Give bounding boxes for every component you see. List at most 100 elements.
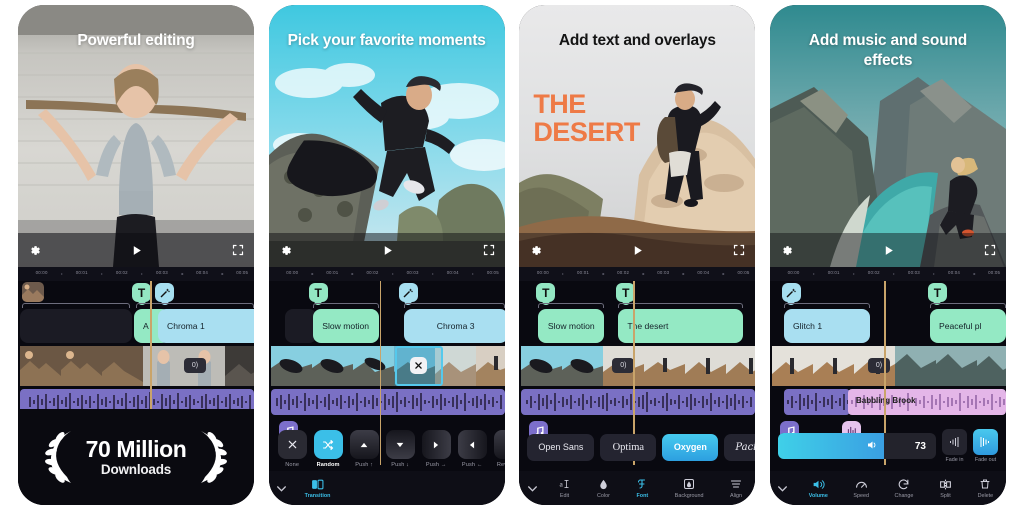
timeline-ruler[interactable]: 00:00 00:01 00:02 00:03 00:04 00:05 [18,267,254,281]
timeline-ruler[interactable]: 00:00 00:01 00:02 00:03 00:04 00:05 [268,267,505,281]
overlay-track[interactable]: Slow motion The desert [519,309,755,343]
timeline-clip[interactable]: Slow motion [312,309,379,343]
timeline-clip[interactable]: Chroma 3 [403,309,505,343]
chevron-down-icon[interactable] [770,471,796,505]
nav-item-speed[interactable]: Speed [853,478,869,499]
timeline-clip[interactable]: The desert [618,309,744,343]
audio-clip-label: Babbling Brook [855,396,916,405]
fade-out-button[interactable]: Fade out [972,429,998,463]
nav-item-background[interactable]: Background [675,478,704,499]
overlay-track[interactable]: Glitch 1 Peaceful pl [770,309,1006,343]
font-options[interactable]: Open Sans Optima Oxygen Pacifico [519,425,756,469]
video-track[interactable]: 0) [770,346,1006,386]
speed-tag[interactable]: 0) [612,358,635,373]
clip-bracket [22,303,130,308]
video-track[interactable]: 0) [519,346,756,386]
overlay-track[interactable]: Slow motion Chroma 3 [269,309,505,343]
transition-option-random[interactable]: Random [313,430,343,468]
filmstrip[interactable] [521,346,756,386]
gear-icon[interactable] [28,244,41,257]
nav-item-color[interactable]: Color [597,478,610,499]
audio-clip[interactable] [521,389,756,415]
timeline[interactable]: 00:00 00:01 00:02 00:03 00:04 00:05 T T [519,267,756,505]
video-preview[interactable]: Add text and overlays THE DESERT [519,5,756,267]
speed-tag[interactable]: 0) [184,358,206,373]
video-preview[interactable]: Add music and sound effects [769,5,1006,267]
transition-option-push-left[interactable]: Push ← [457,430,487,468]
play-icon[interactable] [381,244,394,257]
filmstrip[interactable] [270,346,505,386]
timeline[interactable]: 00:00 00:01 00:02 00:03 00:04 00:05 T [769,267,1006,505]
effects-badge[interactable] [398,283,418,305]
speed-tag[interactable]: 0) [867,358,890,373]
video-track[interactable] [269,346,505,386]
volume-slider[interactable]: 73 [777,433,936,459]
audio-track[interactable] [269,389,505,415]
fade-in-button[interactable]: Fade in [941,429,967,463]
audio-track[interactable] [519,389,756,415]
effects-badge[interactable] [781,283,801,305]
bottom-navbar[interactable]: a Edit Color Font Background Align [519,471,756,505]
font-option-open-sans[interactable]: Open Sans [527,433,595,461]
overlay-thumbnail[interactable] [22,282,44,302]
volume-controls[interactable]: 73 Fade in Fade out [770,425,1006,467]
audio-clip[interactable] [783,389,850,415]
filmstrip[interactable] [20,346,254,386]
transition-option-push-up[interactable]: Push ↑ [349,430,379,468]
text-badge[interactable]: T [927,283,947,305]
nav-item-split[interactable]: Split [939,478,952,499]
bottom-navbar[interactable]: Volume Speed Change Split Delete [769,471,1006,505]
effects-badge[interactable] [155,283,174,305]
nav-item-change[interactable]: Change [895,478,913,499]
text-badge[interactable]: T [132,283,151,305]
gear-icon[interactable] [529,244,542,257]
empty-clip[interactable] [20,309,132,343]
close-icon[interactable] [409,357,427,374]
nav-item-edit[interactable]: a Edit [559,478,571,499]
bottom-navbar[interactable]: Transition [268,471,505,505]
nav-item-align[interactable]: Align [730,478,742,499]
video-preview[interactable]: Pick your favorite moments [268,5,505,267]
play-icon[interactable] [130,244,143,257]
timeline-clip[interactable]: Chroma 1 [158,309,254,343]
transition-option-none[interactable]: None [277,430,307,468]
transition-option-push-right[interactable]: Push → [421,430,451,468]
audio-clip[interactable] [270,389,505,415]
empty-clip[interactable] [284,309,317,343]
video-preview[interactable]: Powerful editing [18,5,254,267]
timeline-ruler[interactable]: 00:00 00:01 00:02 00:03 00:04 00:05 [519,267,756,281]
timeline-clip[interactable]: Peaceful pl [929,309,1006,343]
nav-item-font[interactable]: Font [636,478,648,499]
overlay-track[interactable]: A Chroma 1 [18,309,254,343]
timeline-clip[interactable]: Slow motion [538,309,605,343]
chevron-down-icon[interactable] [519,471,545,505]
transition-options[interactable]: None Random Push ↑ Push ↓ Push → Push ← [269,425,505,473]
play-icon[interactable] [882,244,895,257]
chevron-down-icon[interactable] [269,471,295,505]
transition-option-reveal-up[interactable]: Reveal ↑ [493,430,505,468]
gear-icon[interactable] [780,244,793,257]
video-track[interactable]: 0) [18,346,254,386]
nav-label: Volume [808,492,828,499]
nav-item-volume[interactable]: Volume [809,478,828,499]
play-icon[interactable] [631,244,644,257]
fullscreen-icon[interactable] [733,244,745,256]
fullscreen-icon[interactable] [984,244,996,256]
font-option-pacifico[interactable]: Pacifico [724,433,756,461]
timeline-ruler[interactable]: 00:00 00:01 00:02 00:03 00:04 00:05 [769,267,1006,281]
video-text-overlay[interactable]: THE DESERT [533,90,640,146]
timeline-badges: T [770,281,1006,308]
nav-item-transition[interactable]: Transition [305,478,330,499]
timeline-clip[interactable]: Glitch 1 [783,309,870,343]
fullscreen-icon[interactable] [232,244,244,256]
nav-item-delete[interactable]: Delete [978,478,993,499]
text-badge[interactable]: T [308,283,328,305]
font-option-optima[interactable]: Optima [600,433,657,461]
fullscreen-icon[interactable] [483,244,495,256]
audio-clip[interactable]: Babbling Brook [847,389,1006,415]
audio-track[interactable]: Babbling Brook [770,389,1006,415]
transition-option-push-down[interactable]: Push ↓ [385,430,415,468]
gear-icon[interactable] [279,244,292,257]
font-option-oxygen[interactable]: Oxygen [662,433,719,461]
text-badge[interactable]: T [536,283,556,305]
